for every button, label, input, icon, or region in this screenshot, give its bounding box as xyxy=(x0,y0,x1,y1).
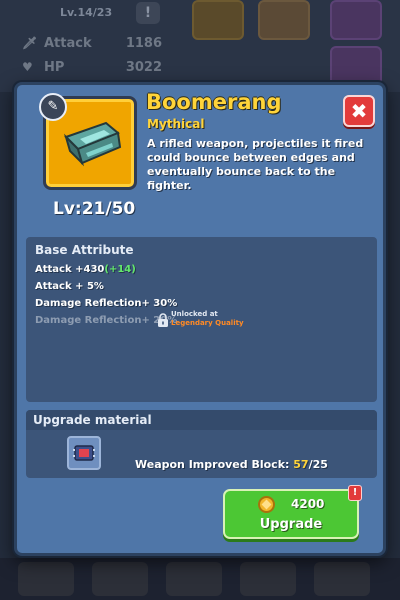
feather-icon: ✎ xyxy=(39,93,67,121)
attribute-attack: Attack +430(+14) xyxy=(35,264,136,275)
item-detail-modal: ✎ Boomerang Mythical A rifled weapon, pr… xyxy=(14,82,386,556)
material-count: Weapon Improved Block: 57/25 xyxy=(135,458,328,471)
background-stat-value: 3022 xyxy=(125,60,162,75)
background-gear-slot xyxy=(330,0,382,40)
attribute-damage-reflection: Damage Reflection+ 30% xyxy=(35,298,178,309)
background-inventory-row xyxy=(0,558,400,600)
coin-icon xyxy=(258,496,275,513)
background-header: Lv.14/23 ! 🗡 Attack 1186 ♥ HP 3022 xyxy=(0,0,400,92)
sword-icon: 🗡 xyxy=(22,36,38,50)
base-attribute-panel: Base Attribute Attack +430(+14) Attack +… xyxy=(26,237,377,402)
unlock-note: Unlocked at xyxy=(171,310,218,318)
background-inventory-slot xyxy=(240,562,296,596)
background-inventory-slot xyxy=(18,562,74,596)
upgrade-button[interactable]: 4200 Upgrade ! xyxy=(223,485,362,539)
weapon-name: Boomerang xyxy=(146,90,282,114)
unlock-requirement: Unlocked at Legendary Quality xyxy=(171,310,244,328)
upgrade-cost: 4200 xyxy=(291,497,325,511)
background-stat-label: HP xyxy=(44,60,65,75)
attack-value: Attack +430 xyxy=(35,264,105,275)
heart-icon: ♥ xyxy=(22,60,33,74)
chip-block-graphic xyxy=(73,445,95,461)
upgrade-label: Upgrade xyxy=(259,517,323,532)
background-inventory-slot xyxy=(314,562,370,596)
attribute-attack-percent: Attack + 5% xyxy=(35,281,104,292)
background-inventory-slot xyxy=(92,562,148,596)
background-hero-slot xyxy=(192,0,244,40)
attack-bonus: (+14) xyxy=(104,264,136,275)
material-have: 57 xyxy=(293,458,309,471)
base-attribute-title: Base Attribute xyxy=(35,243,134,257)
background-alert-icon: ! xyxy=(136,2,160,24)
upgrade-material-panel: Upgrade material Weapon Improved Block: … xyxy=(26,410,377,478)
upgrade-alert-badge: ! xyxy=(348,485,362,501)
boomerang-weapon-icon xyxy=(63,121,122,167)
background-gear-slot xyxy=(258,0,310,40)
background-stat-label: Attack xyxy=(44,36,92,51)
weapon-rarity: Mythical xyxy=(147,117,205,131)
material-need: /25 xyxy=(308,458,328,471)
lock-icon xyxy=(158,313,168,327)
background-stat-value: 1186 xyxy=(125,36,162,51)
weapon-level: Lv:21/50 xyxy=(53,199,136,219)
attribute-locked-reflection: Damage Reflection+ 20% xyxy=(35,315,178,326)
background-level: Lv.14/23 xyxy=(60,6,113,19)
material-name: Weapon Improved Block: xyxy=(135,458,294,471)
weapon-description: A rifled weapon, projectiles it fired co… xyxy=(147,137,364,192)
upgrade-material-title: Upgrade material xyxy=(26,410,377,430)
background-hp-stat: ♥ HP 3022 xyxy=(22,58,162,78)
background-gear-slot xyxy=(330,46,382,86)
unlock-quality: Legendary Quality xyxy=(171,319,244,327)
background-attack-stat: 🗡 Attack 1186 xyxy=(22,34,162,54)
background-inventory-slot xyxy=(166,562,222,596)
chip-block-icon[interactable] xyxy=(67,436,101,470)
close-button[interactable]: ✖ xyxy=(343,95,375,127)
